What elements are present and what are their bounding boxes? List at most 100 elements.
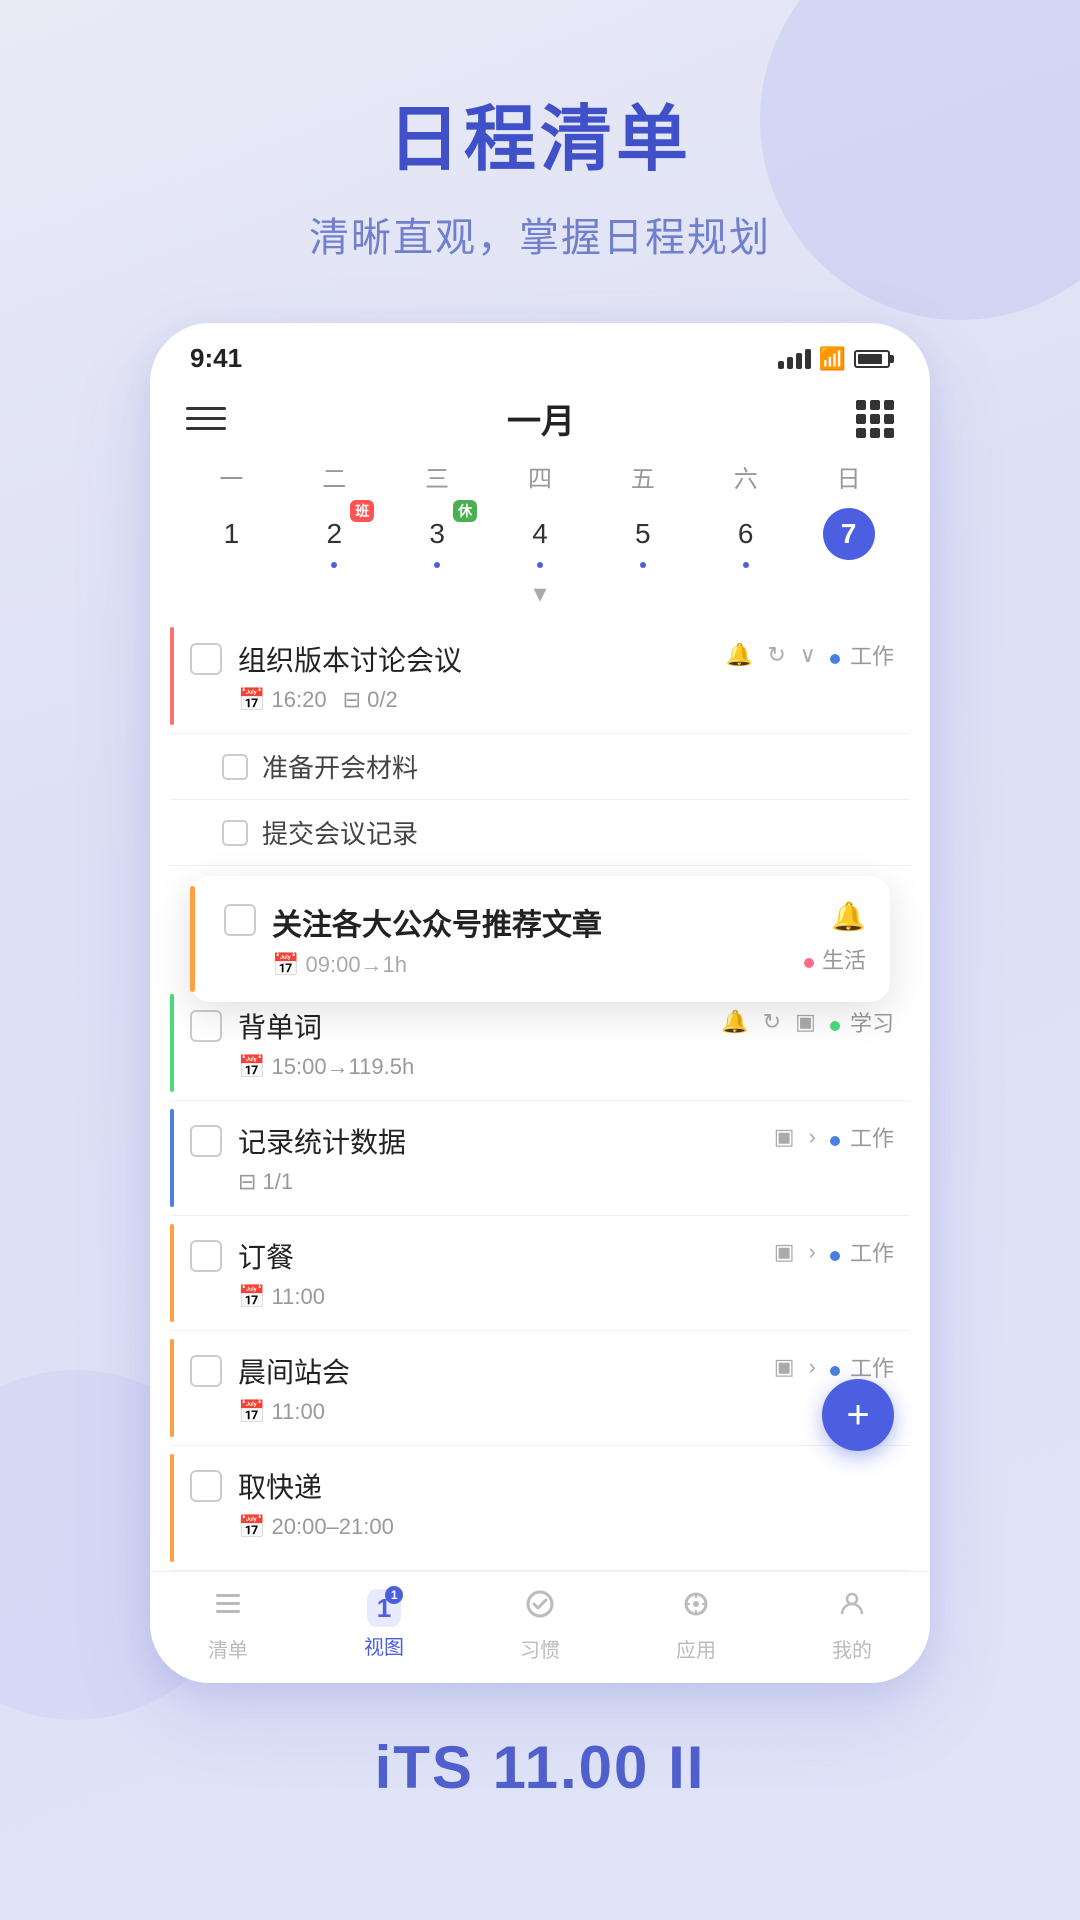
task-border-7 [170, 1454, 174, 1562]
subtask-item-1[interactable]: 准备开会材料 [170, 734, 910, 800]
task-content-5: 订餐 📅 11:00 [238, 1236, 764, 1310]
task-content-6: 晨间站会 📅 11:00 [238, 1351, 764, 1425]
task-actions-1: 🔔 ↻ ∨ 工作 [726, 639, 894, 671]
status-bar: 9:41 📶 [150, 323, 930, 384]
arrow-icon-4[interactable]: › [809, 1124, 816, 1150]
floating-bell-icon[interactable]: 🔔 [831, 900, 866, 933]
calendar-day-5[interactable]: 5 [591, 502, 694, 574]
nav-label-list: 清单 [208, 1634, 248, 1663]
apps-icon [680, 1588, 712, 1628]
nav-item-apps[interactable]: 应用 [618, 1588, 774, 1663]
calendar-day-2[interactable]: 2 班 [283, 502, 386, 574]
task-meta-4: ⊟ 1/1 [238, 1169, 764, 1195]
task-meta-5: 📅 11:00 [238, 1284, 764, 1310]
task-checkbox-7[interactable] [190, 1470, 222, 1502]
task-item-1[interactable]: 组织版本讨论会议 📅 16:20 ⊟ 0/2 🔔 ↻ ∨ 工作 [170, 619, 910, 734]
task-border-1 [170, 627, 174, 725]
task-border-5 [170, 1224, 174, 1322]
task-border-4 [170, 1109, 174, 1207]
calendar: 一 二 三 四 五 六 日 1 2 班 3 休 [150, 459, 930, 619]
phone-mockup: 9:41 📶 一月 一 二 三 [150, 323, 930, 1683]
nav-label-mine: 我的 [832, 1634, 872, 1663]
task-title-4: 记录统计数据 [238, 1121, 764, 1161]
nav-item-list[interactable]: 清单 [150, 1588, 306, 1663]
task-checkbox-5[interactable] [190, 1240, 222, 1272]
calendar-day-3[interactable]: 3 休 [386, 502, 489, 574]
promo-text: iTS 11.00 II [0, 1733, 1080, 1842]
task-content-7: 取快递 📅 20:00–21:00 [238, 1466, 894, 1540]
status-icons: 📶 [778, 346, 890, 372]
task-checkbox-6[interactable] [190, 1355, 222, 1387]
time-display: 9:41 [190, 343, 242, 374]
task-actions-5: ▣ › 工作 [774, 1236, 894, 1268]
task-meta-6: 📅 11:00 [238, 1399, 764, 1425]
arrow-icon-6[interactable]: › [809, 1354, 816, 1380]
tag-dot-1 [830, 654, 840, 664]
task-item-5[interactable]: 订餐 📅 11:00 ▣ › 工作 [170, 1216, 910, 1331]
floating-card-meta: 📅 09:00→1h [272, 952, 804, 978]
repeat-icon-1[interactable]: ↻ [767, 642, 785, 668]
subtask-checkbox-1[interactable] [222, 754, 248, 780]
tag-label-6: 工作 [850, 1356, 894, 1381]
task-title-3: 背单词 [238, 1006, 711, 1046]
nav-item-view[interactable]: 1 1 视图 [306, 1588, 462, 1663]
task-item-4[interactable]: 记录统计数据 ⊟ 1/1 ▣ › 工作 [170, 1101, 910, 1216]
task-title-7: 取快递 [238, 1466, 894, 1506]
battery-icon [854, 350, 890, 368]
task-meta-7: 📅 20:00–21:00 [238, 1514, 894, 1540]
task-checkbox-3[interactable] [190, 1010, 222, 1042]
task-title-6: 晨间站会 [238, 1351, 764, 1391]
mine-icon [836, 1588, 868, 1628]
weekday-labels: 一 二 三 四 五 六 日 [180, 459, 900, 494]
task-item-7[interactable]: 取快递 📅 20:00–21:00 [170, 1446, 910, 1571]
task-meta-1: 📅 16:20 ⊟ 0/2 [238, 687, 716, 713]
subtask-checkbox-2[interactable] [222, 820, 248, 846]
calendar-day-7[interactable]: 7 [797, 502, 900, 574]
task-list: 组织版本讨论会议 📅 16:20 ⊟ 0/2 🔔 ↻ ∨ 工作 准备开会材料 [150, 619, 930, 1571]
expand-icon-1[interactable]: ∨ [800, 642, 816, 668]
note-icon-4[interactable]: ▣ [774, 1124, 795, 1150]
floating-card[interactable]: 关注各大公众号推荐文章 📅 09:00→1h 🔔 生活 [190, 876, 890, 1002]
note-icon-6[interactable]: ▣ [774, 1354, 795, 1380]
calendar-expand-button[interactable]: ▾ [180, 578, 900, 609]
app-header: 一月 [150, 384, 930, 459]
repeat-icon-3[interactable]: ↻ [763, 1009, 781, 1035]
task-checkbox-1[interactable] [190, 643, 222, 675]
task-content-4: 记录统计数据 ⊟ 1/1 [238, 1121, 764, 1195]
calendar-days-row: 1 2 班 3 休 4 5 [180, 502, 900, 574]
floating-card-spacer: 关注各大公众号推荐文章 📅 09:00→1h 🔔 生活 [170, 866, 910, 986]
task-actions-4: ▣ › 工作 [774, 1121, 894, 1153]
floating-tag-dot [804, 958, 814, 968]
nav-item-mine[interactable]: 我的 [774, 1588, 930, 1663]
note-icon-5[interactable]: ▣ [774, 1239, 795, 1265]
task-content-3: 背单词 📅 15:00→119.5h [238, 1006, 711, 1080]
floating-card-content: 关注各大公众号推荐文章 📅 09:00→1h [272, 900, 804, 978]
alarm-icon-1[interactable]: 🔔 [726, 642, 753, 668]
arrow-icon-5[interactable]: › [809, 1239, 816, 1265]
menu-button[interactable] [186, 407, 226, 430]
floating-card-checkbox[interactable] [224, 904, 256, 936]
task-checkbox-4[interactable] [190, 1125, 222, 1157]
signal-icon [778, 349, 811, 369]
subtask-item-2[interactable]: 提交会议记录 [170, 800, 910, 866]
alarm-icon-3[interactable]: 🔔 [721, 1009, 748, 1035]
task-item-3[interactable]: 背单词 📅 15:00→119.5h 🔔 ↻ ▣ 学习 [170, 986, 910, 1101]
task-item-6[interactable]: 晨间站会 📅 11:00 ▣ › 工作 [170, 1331, 910, 1446]
floating-card-side: 🔔 生活 [804, 900, 866, 975]
task-title-5: 订餐 [238, 1236, 764, 1276]
floating-tag-label: 生活 [822, 948, 866, 973]
task-title-1: 组织版本讨论会议 [238, 639, 716, 679]
list-icon [212, 1588, 244, 1628]
note-icon-3[interactable]: ▣ [795, 1009, 816, 1035]
wifi-icon: 📶 [819, 346, 846, 372]
nav-item-habit[interactable]: 习惯 [462, 1588, 618, 1663]
calendar-day-1[interactable]: 1 [180, 502, 283, 574]
tag-dot-3 [830, 1021, 840, 1031]
task-meta-3: 📅 15:00→119.5h [238, 1054, 711, 1080]
calendar-day-6[interactable]: 6 [694, 502, 797, 574]
calendar-day-4[interactable]: 4 [489, 502, 592, 574]
view-toggle-button[interactable] [856, 400, 894, 438]
nav-label-view: 视图 [364, 1631, 404, 1660]
subtask-title-2: 提交会议记录 [262, 814, 418, 851]
add-task-button[interactable]: + [822, 1379, 894, 1451]
